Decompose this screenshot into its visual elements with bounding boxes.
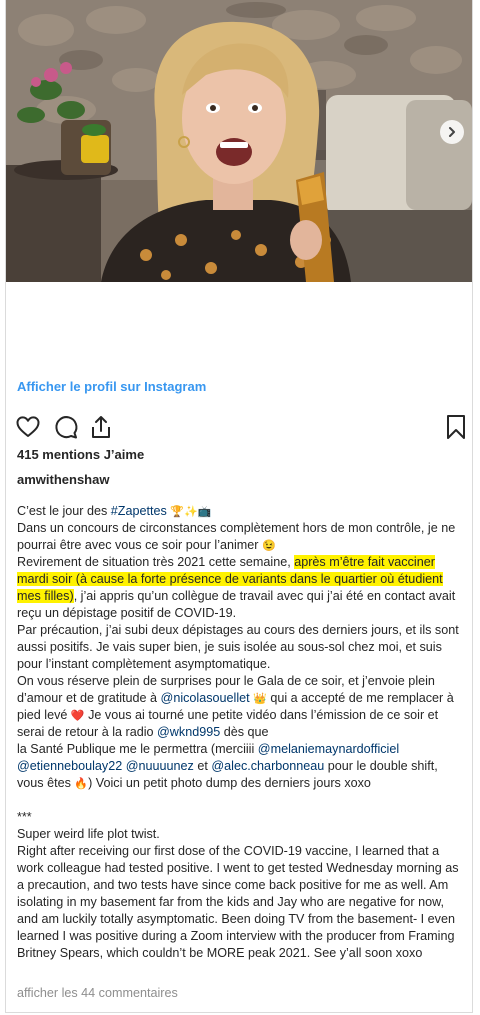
- caption-text: Super weird life plot twist.: [17, 827, 160, 841]
- post-username[interactable]: amwithenshaw: [17, 472, 109, 487]
- sparkles-emoji-icon: ✨: [184, 506, 198, 518]
- chevron-right-icon: [446, 126, 458, 138]
- mention-link[interactable]: @nuuuunez: [126, 759, 194, 773]
- share-icon[interactable]: [88, 414, 114, 440]
- next-photo-button[interactable]: [440, 120, 464, 144]
- caption-text: C’est le jour des: [17, 504, 111, 518]
- mention-link[interactable]: @nicolasouellet: [161, 691, 250, 705]
- caption-text: et: [193, 759, 212, 773]
- caption-text: la Santé Publique me le permettra (merci…: [17, 742, 258, 756]
- tv-emoji-icon: 📺: [197, 506, 212, 518]
- caption-text: Par précaution, j’ai subi deux dépistage…: [17, 623, 459, 671]
- post-media[interactable]: [6, 0, 472, 282]
- mention-link[interactable]: @wknd995: [157, 725, 220, 739]
- likes-count[interactable]: 415 mentions J’aime: [17, 447, 144, 462]
- mention-link[interactable]: @etienneboulay22: [17, 759, 122, 773]
- post-photo: [6, 0, 472, 282]
- caption-separator: ***: [17, 810, 32, 824]
- crown-emoji-icon: 👑: [253, 693, 267, 705]
- view-profile-link[interactable]: Afficher le profil sur Instagram: [17, 379, 206, 394]
- comment-icon[interactable]: [53, 414, 79, 440]
- action-bar: [15, 414, 465, 442]
- trophy-emoji-icon: 🏆: [170, 506, 185, 518]
- caption-text: Revirement de situation très 2021 cette …: [17, 555, 295, 569]
- caption-text: dès que: [220, 725, 269, 739]
- view-comments-link[interactable]: afficher les 44 commentaires: [17, 986, 178, 1000]
- caption-text: Dans un concours de circonstances complè…: [17, 521, 456, 552]
- fire-emoji-icon: 🔥: [74, 778, 89, 790]
- mention-link[interactable]: @melaniemaynardofficiel: [258, 742, 399, 756]
- heart-emoji-icon: ❤️: [70, 710, 85, 722]
- hashtag-link[interactable]: #Zapettes: [111, 504, 167, 518]
- mention-link[interactable]: @alec.charbonneau: [211, 759, 324, 773]
- post-caption: C’est le jour des #Zapettes 🏆✨📺 Dans un …: [17, 503, 467, 962]
- bookmark-icon[interactable]: [445, 414, 471, 440]
- instagram-embed-card: Afficher le profil sur Instagram 415 men…: [5, 0, 473, 1013]
- caption-text: ) Voici un petit photo dump des derniers…: [88, 776, 371, 790]
- heart-icon[interactable]: [15, 414, 41, 440]
- caption-text: Right after receiving our first dose of …: [17, 844, 459, 960]
- caption-text: , j’ai appris qu’un collègue de travail …: [17, 589, 456, 620]
- smile-emoji-icon: 😉: [262, 540, 276, 552]
